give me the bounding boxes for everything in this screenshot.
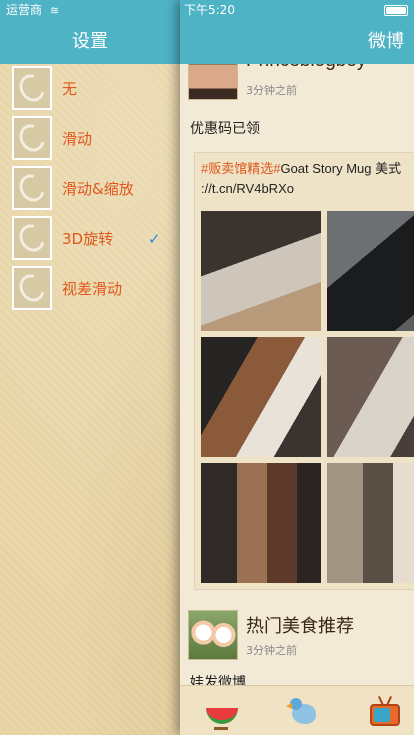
photo-thumbnail[interactable] [201, 211, 321, 331]
menu-list: 无 滑动 滑动&缩放 3D旋转 ✓ 视差滑动 [0, 64, 180, 314]
wifi-icon: ≋ [49, 4, 60, 17]
avatar[interactable] [188, 610, 238, 660]
post-header[interactable]: Princeblogboy 3分钟之前 [188, 64, 414, 104]
post-time: 3分钟之前 [246, 84, 297, 97]
panel-nav-bar: 微博 [180, 20, 414, 64]
weibo-panel[interactable]: 下午5:20 微博 Princeblogboy 3分钟之前 优惠码已领 #贩卖馆… [180, 0, 414, 735]
menu-item-label: 滑动 [62, 130, 93, 148]
watermelon-icon[interactable] [204, 694, 240, 730]
tv-icon[interactable] [368, 694, 404, 730]
avatar[interactable] [188, 64, 238, 100]
panel-title: 微博 [368, 31, 404, 52]
repost-hashtag[interactable]: #贩卖馆精选# [201, 161, 280, 176]
menu-item-parallax[interactable]: 视差滑动 [0, 264, 180, 314]
repost-text: #贩卖馆精选#Goat Story Mug 美式 ://t.cn/RV4bRXo [201, 159, 414, 199]
item-thumbnail [12, 66, 52, 110]
photo-thumbnail[interactable] [327, 337, 414, 457]
battery-icon [384, 5, 408, 16]
item-thumbnail [12, 216, 52, 260]
item-thumbnail [12, 116, 52, 160]
post-text: 娃发微博 [190, 675, 246, 685]
menu-item-label: 视差滑动 [62, 280, 123, 298]
feed-list[interactable]: Princeblogboy 3分钟之前 优惠码已领 #贩卖馆精选#Goat St… [180, 64, 414, 685]
menu-item-label: 滑动&缩放 [62, 180, 134, 198]
username[interactable]: 热门美食推荐 [246, 612, 354, 638]
photo-thumbnail[interactable] [201, 463, 321, 583]
status-time: 下午5:20 [184, 3, 235, 17]
bird-icon[interactable] [286, 694, 322, 730]
repost-link[interactable]: ://t.cn/RV4bRXo [201, 181, 294, 196]
photo-thumbnail[interactable] [201, 337, 321, 457]
repost-card[interactable]: #贩卖馆精选#Goat Story Mug 美式 ://t.cn/RV4bRXo [194, 152, 414, 590]
menu-item-slide-scale[interactable]: 滑动&缩放 [0, 164, 180, 214]
menu-item-label: 3D旋转 [62, 230, 114, 248]
menu-item-slide[interactable]: 滑动 [0, 114, 180, 164]
post-header[interactable]: 热门美食推荐 3分钟之前 [188, 610, 414, 664]
item-thumbnail [12, 166, 52, 210]
repost-body: Goat Story Mug 美式 [280, 161, 402, 176]
status-bar: 下午5:20 [180, 0, 414, 20]
menu-item-none[interactable]: 无 [0, 64, 180, 114]
photo-thumbnail[interactable] [327, 211, 414, 331]
tab-bar [180, 685, 414, 735]
carrier-label: 运营商 [6, 3, 43, 17]
menu-title: 设置 [72, 31, 108, 52]
post-text: 优惠码已领 [190, 121, 260, 137]
post-time: 3分钟之前 [246, 644, 297, 657]
item-thumbnail [12, 266, 52, 310]
username[interactable]: Princeblogboy [246, 64, 366, 72]
photo-thumbnail[interactable] [327, 463, 414, 583]
menu-item-3d-rotate[interactable]: 3D旋转 ✓ [0, 214, 180, 264]
menu-item-label: 无 [62, 80, 78, 98]
checkmark-icon: ✓ [148, 230, 161, 248]
